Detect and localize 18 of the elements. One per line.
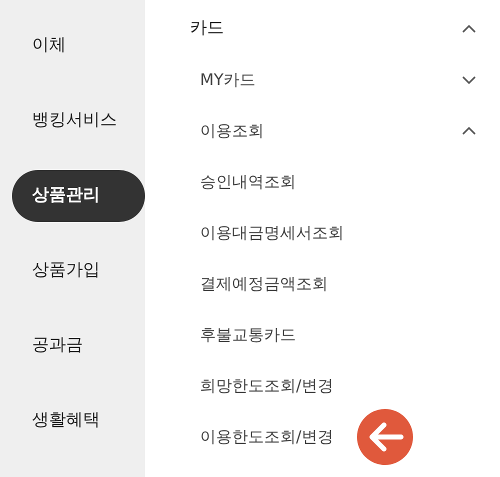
sidebar-item[interactable]: 공과금 xyxy=(12,320,83,372)
submenu-item[interactable]: 이용한도조회/변경 xyxy=(200,424,334,448)
sidebar-item[interactable]: 뱅킹서비스 xyxy=(12,94,117,146)
sidebar-item[interactable]: 생활혜택 xyxy=(12,394,100,446)
menu-header[interactable]: 카드 xyxy=(145,3,500,54)
chevron-down-icon xyxy=(462,76,476,84)
submenu-header[interactable]: MY카드 xyxy=(145,54,500,105)
submenu-header[interactable]: 이용조회 xyxy=(145,105,500,156)
sidebar-item[interactable]: 상품관리 xyxy=(12,170,145,222)
submenu-item[interactable]: 결제예정금액조회 xyxy=(200,272,328,296)
submenu-item[interactable]: 승인내역조회 xyxy=(200,170,296,194)
chevron-up-icon xyxy=(462,24,476,32)
submenu-item[interactable]: 희망한도조회/변경 xyxy=(200,374,334,398)
sidebar-item[interactable]: 이체 xyxy=(12,20,66,72)
chevron-up-icon xyxy=(462,126,476,134)
sidebar-item[interactable]: 상품가입 xyxy=(12,244,100,296)
submenu-item[interactable]: 후불교통카드 xyxy=(200,322,296,346)
submenu-item[interactable]: 이용대금명세서조회 xyxy=(200,220,344,244)
